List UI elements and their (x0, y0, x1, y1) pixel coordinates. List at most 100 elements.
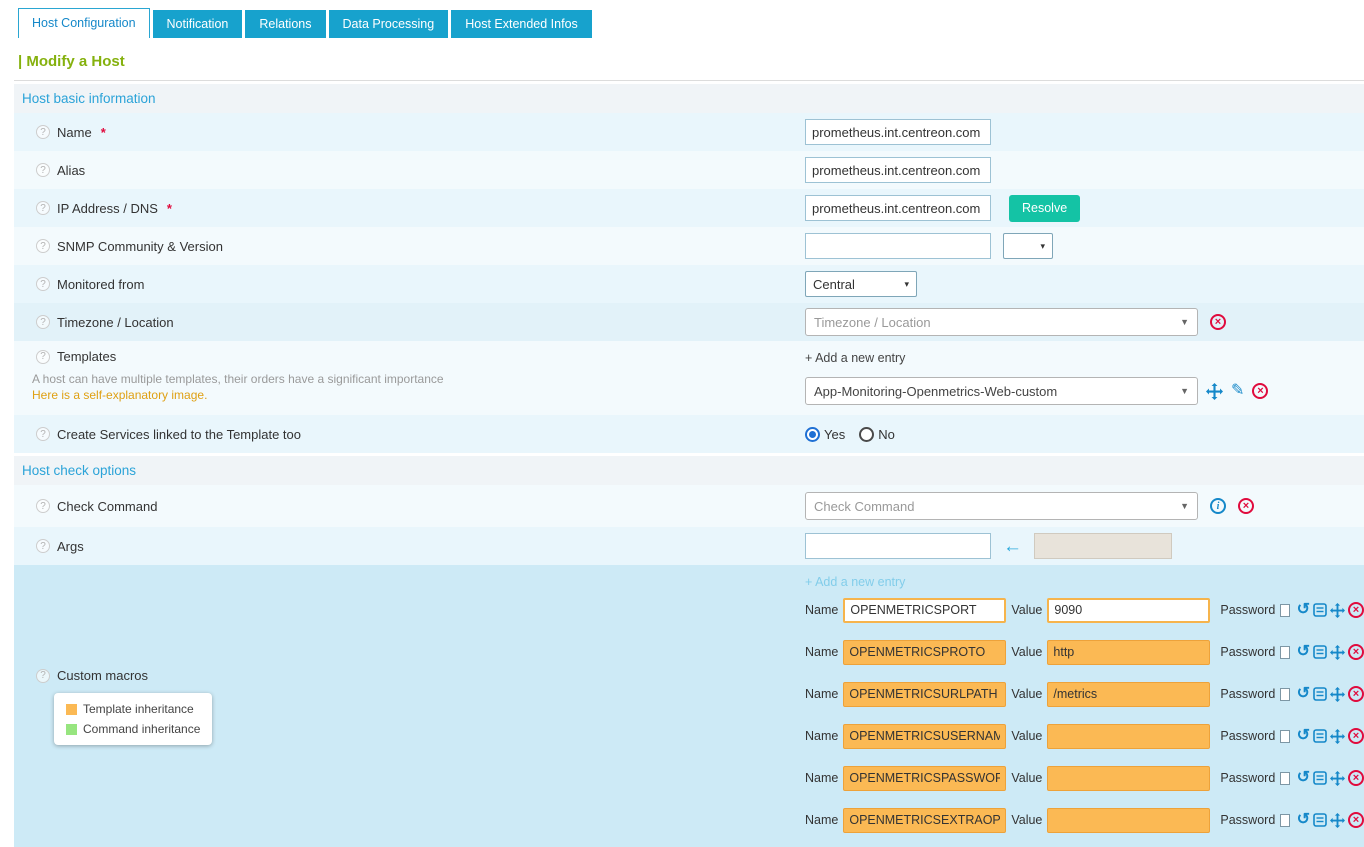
macro-name-input[interactable] (843, 598, 1006, 623)
macro-add-entry-link[interactable]: + Add a new entry (805, 567, 1364, 589)
macro-name-input[interactable] (843, 682, 1006, 707)
snmp-version-select[interactable]: ▾ (1003, 233, 1053, 259)
yes-label: Yes (824, 427, 845, 442)
macro-delete-icon[interactable]: × (1348, 728, 1364, 744)
monitored-from-select[interactable]: Central ▾ (805, 271, 917, 297)
macro-undo-icon[interactable]: ↺ (1297, 812, 1310, 828)
create-services-label: Create Services linked to the Template t… (57, 427, 301, 442)
macro-delete-icon[interactable]: × (1348, 812, 1364, 828)
macro-value-input[interactable] (1047, 640, 1210, 665)
macro-move-icon[interactable] (1330, 771, 1345, 786)
timezone-select[interactable]: Timezone / Location ▼ (805, 308, 1198, 336)
macro-move-icon[interactable] (1330, 813, 1345, 828)
macro-value-input[interactable] (1047, 808, 1210, 833)
row-ip-address: ? IP Address / DNS * Resolve (14, 189, 1364, 227)
macro-undo-icon[interactable]: ↺ (1297, 644, 1310, 660)
macro-password-label: Password (1220, 813, 1275, 827)
macro-move-icon[interactable] (1330, 645, 1345, 660)
macro-name-input[interactable] (843, 724, 1006, 749)
help-icon[interactable]: ? (36, 277, 50, 291)
macro-description-icon[interactable] (1313, 603, 1327, 617)
tab-notification[interactable]: Notification (153, 10, 243, 38)
edit-pencil-icon[interactable]: ✎ (1231, 383, 1244, 399)
tab-host-extended-infos[interactable]: Host Extended Infos (451, 10, 592, 38)
macro-description-icon[interactable] (1313, 771, 1327, 785)
macro-password-checkbox[interactable] (1280, 646, 1289, 659)
macro-password-checkbox[interactable] (1280, 688, 1289, 701)
macro-undo-icon[interactable]: ↺ (1297, 686, 1310, 702)
name-input[interactable] (805, 119, 991, 145)
macro-password-checkbox[interactable] (1280, 772, 1289, 785)
macro-name-input[interactable] (843, 808, 1006, 833)
macro-password-checkbox[interactable] (1280, 730, 1289, 743)
row-create-services: ? Create Services linked to the Template… (14, 415, 1364, 453)
templates-example-link[interactable]: Here is a self-explanatory image. (14, 388, 805, 402)
row-alias: ? Alias (14, 151, 1364, 189)
macro-value-input[interactable] (1047, 598, 1210, 623)
resolve-button[interactable]: Resolve (1009, 195, 1080, 222)
snmp-community-input[interactable] (805, 233, 991, 259)
macro-password-checkbox[interactable] (1280, 814, 1289, 827)
help-icon[interactable]: ? (36, 499, 50, 513)
macro-delete-icon[interactable]: × (1348, 770, 1364, 786)
macro-undo-icon[interactable]: ↺ (1297, 728, 1310, 744)
help-icon[interactable]: ? (36, 539, 50, 553)
macro-description-icon[interactable] (1313, 813, 1327, 827)
check-command-info-icon[interactable]: i (1210, 498, 1226, 514)
args-label: Args (57, 539, 84, 554)
macro-value-input[interactable] (1047, 766, 1210, 791)
macro-row: Name Value Password ↺ × (805, 799, 1364, 841)
create-services-yes-radio[interactable] (805, 427, 820, 442)
macro-move-icon[interactable] (1330, 729, 1345, 744)
no-label: No (878, 427, 895, 442)
macro-delete-icon[interactable]: × (1348, 686, 1364, 702)
help-icon[interactable]: ? (36, 350, 50, 364)
macro-delete-icon[interactable]: × (1348, 644, 1364, 660)
macro-description-icon[interactable] (1313, 645, 1327, 659)
tab-host-configuration[interactable]: Host Configuration (18, 8, 150, 38)
chevron-down-icon: ▾ (1040, 241, 1045, 252)
custom-macros-label: Custom macros (57, 668, 148, 683)
macro-value-input[interactable] (1047, 682, 1210, 707)
args-input[interactable] (805, 533, 991, 559)
help-icon[interactable]: ? (36, 239, 50, 253)
macro-description-icon[interactable] (1313, 687, 1327, 701)
help-icon[interactable]: ? (36, 201, 50, 215)
macro-name-label: Name (805, 645, 838, 659)
macro-value-input[interactable] (1047, 724, 1210, 749)
timezone-clear-icon[interactable]: × (1210, 314, 1226, 330)
move-icon[interactable] (1206, 383, 1223, 400)
macro-name-label: Name (805, 813, 838, 827)
help-icon[interactable]: ? (36, 427, 50, 441)
macro-password-checkbox[interactable] (1280, 604, 1289, 617)
ip-address-input[interactable] (805, 195, 991, 221)
template-select[interactable]: App-Monitoring-Openmetrics-Web-custom ▼ (805, 377, 1198, 405)
row-snmp: ? SNMP Community & Version ▾ (14, 227, 1364, 265)
macro-undo-icon[interactable]: ↺ (1297, 770, 1310, 786)
tab-relations[interactable]: Relations (245, 10, 325, 38)
macro-name-input[interactable] (843, 766, 1006, 791)
macro-name-input[interactable] (843, 640, 1006, 665)
templates-add-entry-link[interactable]: + Add a new entry (805, 351, 1268, 365)
template-inheritance-swatch (66, 704, 77, 715)
help-icon[interactable]: ? (36, 163, 50, 177)
macro-move-icon[interactable] (1330, 687, 1345, 702)
macro-row: Name Value Password ↺ × (805, 757, 1364, 799)
help-icon[interactable]: ? (36, 125, 50, 139)
check-command-clear-icon[interactable]: × (1238, 498, 1254, 514)
macro-undo-icon[interactable]: ↺ (1297, 602, 1310, 618)
section-host-basic-information: Host basic information (14, 84, 1364, 113)
template-delete-icon[interactable]: × (1252, 383, 1268, 399)
inheritance-legend: Template inheritance Command inheritance (54, 693, 212, 745)
macro-delete-icon[interactable]: × (1348, 602, 1364, 618)
alias-input[interactable] (805, 157, 991, 183)
help-icon[interactable]: ? (36, 315, 50, 329)
macro-move-icon[interactable] (1330, 603, 1345, 618)
check-command-select[interactable]: Check Command ▼ (805, 492, 1198, 520)
template-inheritance-label: Template inheritance (83, 702, 194, 716)
create-services-no-radio[interactable] (859, 427, 874, 442)
tab-data-processing[interactable]: Data Processing (329, 10, 449, 38)
alias-label: Alias (57, 163, 85, 178)
macro-description-icon[interactable] (1313, 729, 1327, 743)
help-icon[interactable]: ? (36, 669, 50, 683)
